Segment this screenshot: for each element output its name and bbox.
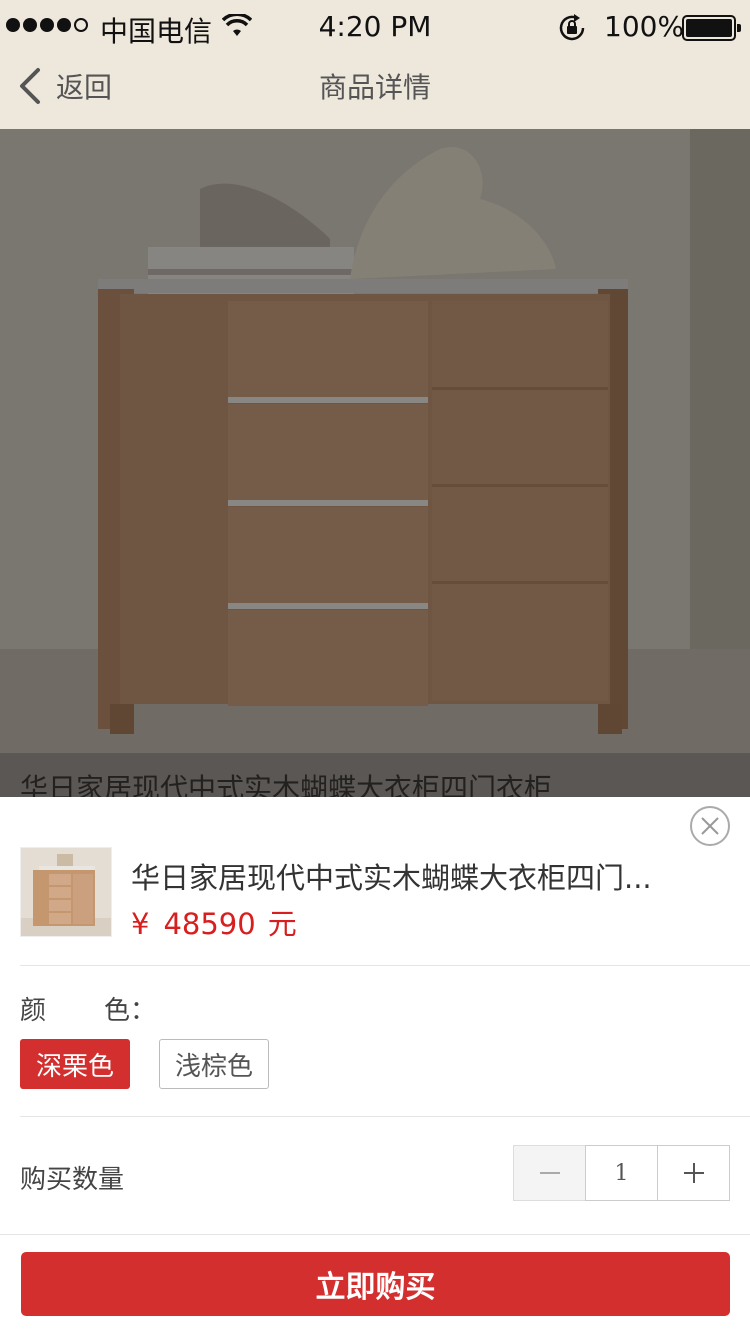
product-price: ¥48590 元 bbox=[131, 901, 297, 943]
navigation-bar: 返回 商品详情 bbox=[0, 56, 750, 129]
purchase-options-sheet: 华日家居现代中式实木蝴蝶大衣柜四门... ¥48590 元 颜色： 深栗色 浅棕色… bbox=[0, 797, 750, 1334]
price-unit: 元 bbox=[267, 907, 297, 941]
buy-now-button[interactable]: 立即购买 bbox=[21, 1252, 730, 1316]
status-bar: 中国电信 4:20 PM 100% bbox=[0, 0, 750, 56]
page-title: 商品详情 bbox=[318, 71, 431, 104]
color-option-dark-chestnut[interactable]: 深栗色 bbox=[20, 1039, 130, 1089]
modal-backdrop[interactable] bbox=[0, 129, 750, 797]
price-symbol: ¥ bbox=[131, 907, 150, 941]
battery-percentage: 100% bbox=[604, 10, 685, 43]
minus-icon bbox=[539, 1172, 560, 1174]
rotation-lock-icon bbox=[559, 14, 585, 41]
divider bbox=[20, 1116, 750, 1117]
color-option-light-brown[interactable]: 浅棕色 bbox=[159, 1039, 269, 1089]
quantity-label: 购买数量 bbox=[20, 1165, 125, 1195]
quantity-input[interactable]: 1 bbox=[585, 1145, 658, 1201]
price-value: 48590 bbox=[163, 907, 256, 941]
divider bbox=[0, 1234, 750, 1235]
quantity-decrease-button[interactable] bbox=[513, 1145, 586, 1201]
close-icon bbox=[701, 817, 719, 835]
battery-icon bbox=[682, 15, 741, 41]
product-thumbnail bbox=[20, 847, 112, 937]
quantity-increase-button[interactable] bbox=[657, 1145, 730, 1201]
product-title: 华日家居现代中式实木蝴蝶大衣柜四门... bbox=[131, 861, 652, 895]
close-button[interactable] bbox=[690, 806, 730, 846]
color-label: 颜色： bbox=[20, 996, 157, 1026]
divider bbox=[20, 965, 750, 966]
